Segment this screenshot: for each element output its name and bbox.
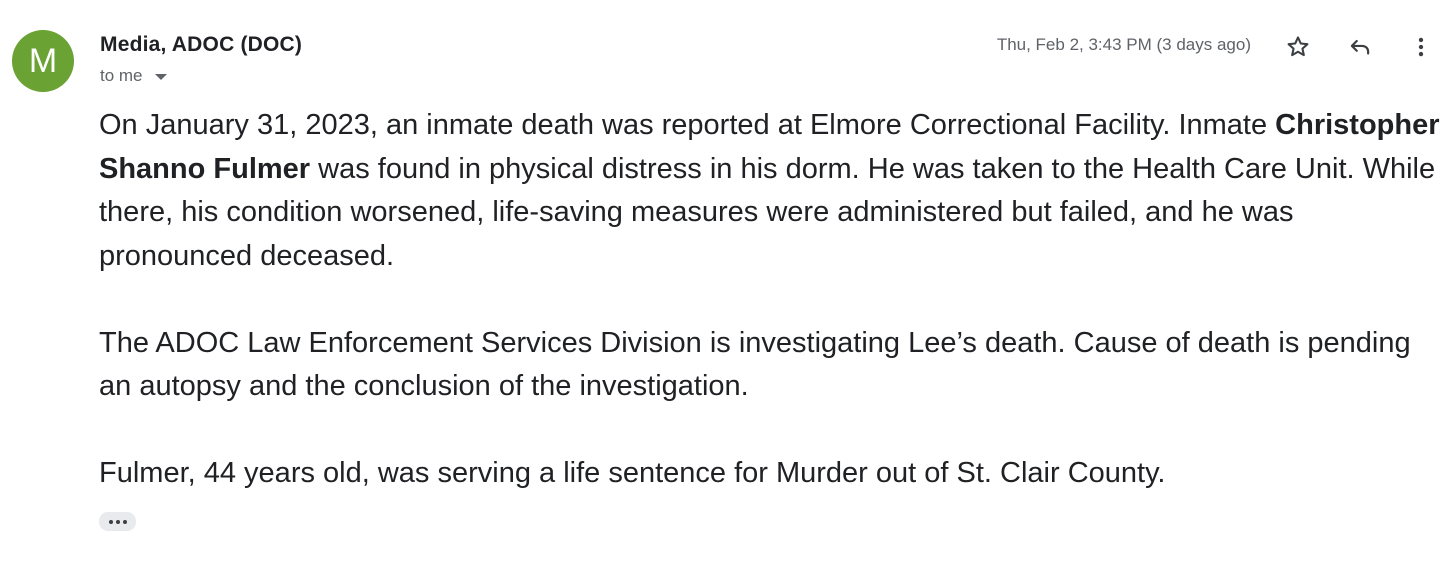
recipient-details[interactable]: to me: [100, 66, 167, 86]
ellipsis-dot: [115, 519, 120, 524]
avatar[interactable]: M: [12, 30, 74, 92]
email-body: On January 31, 2023, an inmate death was…: [99, 104, 1449, 539]
chevron-down-icon[interactable]: [154, 74, 167, 80]
body-p1-text-start: On January 31, 2023, an inmate death was…: [99, 109, 1276, 141]
sender-name[interactable]: Media, ADOC (DOC): [100, 33, 302, 57]
reply-button[interactable]: [1343, 30, 1377, 64]
ellipsis-dot: [122, 519, 127, 524]
more-options-button[interactable]: [1404, 30, 1438, 64]
recipient-label: to me: [100, 66, 143, 85]
star-button[interactable]: [1281, 30, 1315, 64]
show-trimmed-content-button[interactable]: [99, 512, 136, 531]
ellipsis-dot: [108, 519, 113, 524]
star-icon: [1287, 36, 1309, 57]
body-paragraph-1: On January 31, 2023, an inmate death was…: [99, 104, 1449, 278]
reply-icon: [1350, 39, 1370, 55]
timestamp: Thu, Feb 2, 3:43 PM (3 days ago): [996, 35, 1251, 54]
body-paragraph-3: Fulmer, 44 years old, was serving a life…: [99, 457, 1166, 489]
more-vert-icon: [1418, 37, 1424, 57]
body-paragraph-2: The ADOC Law Enforcement Services Divisi…: [99, 326, 1411, 403]
